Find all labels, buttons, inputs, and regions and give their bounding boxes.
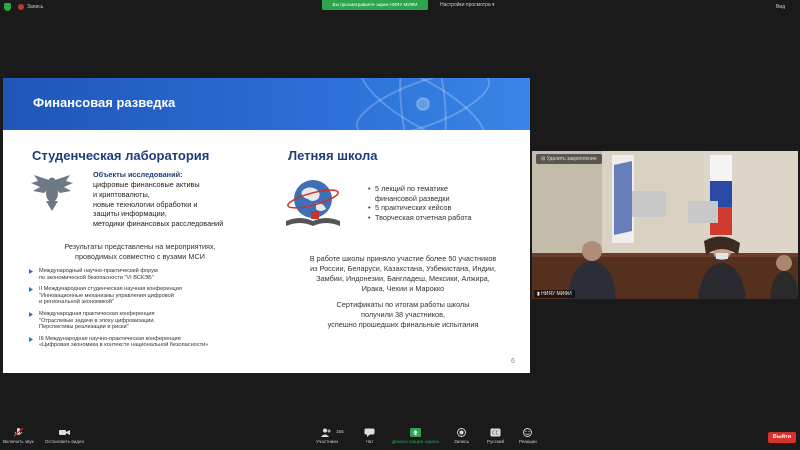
conference-item: Международная практическая конференция "… <box>29 311 279 331</box>
conference-item: II Международная студенческая научная ко… <box>29 286 279 306</box>
stop-video-button[interactable]: Остановить видео <box>45 428 84 444</box>
captions-button[interactable]: CC Русский <box>487 428 504 444</box>
screen-share-banner: Вы просматриваете экран НИЯУ МИФИ <box>322 0 428 10</box>
record-button[interactable]: Запись <box>454 428 469 444</box>
participants-line: В работе школы приняло участие более 50 … <box>309 254 497 263</box>
recording-label: Запись <box>27 4 44 10</box>
conference-line: "Отраслевые задачи в эпоху цифровизации. <box>39 317 156 324</box>
results-line: Результаты представлены на мероприятиях, <box>64 242 216 251</box>
video-camera-icon <box>59 430 71 435</box>
chat-bubble-icon <box>364 428 375 437</box>
research-line: цифровые финансовые активы <box>93 180 200 189</box>
summer-school-heading: Летняя школа <box>288 148 378 163</box>
chevron-down-icon: ▾ <box>492 2 495 8</box>
highlight-item: 5 лекций по тематике финансовой разведки <box>368 184 523 203</box>
unmute-label: Включить звук <box>3 439 34 444</box>
share-screen-icon <box>409 428 421 437</box>
chevron-right-icon <box>29 336 33 342</box>
research-line: новые технологии обработки и <box>93 199 198 209</box>
research-line: защиты информации, <box>93 209 167 219</box>
zoom-window: Запись Вы просматриваете экран НИЯУ МИФИ… <box>0 0 800 450</box>
chat-label: Чат <box>365 439 374 444</box>
research-line: методики финансовых расследований <box>93 219 224 229</box>
conference-line: и региональной экономикой" <box>39 299 114 306</box>
student-lab-heading: Студенческая лаборатория <box>32 148 210 163</box>
participant-name: НИЯУ МИФИ <box>541 291 572 297</box>
participants-text: В работе школы приняло участие более 50 … <box>283 254 523 294</box>
participants-line: из России, Беларуси, Казахстана, Узбекис… <box>310 264 496 273</box>
results-line: проводимых совместно с вузами МСИ <box>75 252 205 261</box>
certificates-line: Сертификаты по итогам работы школы <box>336 300 470 309</box>
svg-text:CC: CC <box>492 431 499 437</box>
slide-title: Финансовая разведка <box>33 95 176 110</box>
share-screen-button[interactable]: Демонстрация экрана <box>392 428 439 444</box>
certificates-line: успешно прошедших финальные испытания <box>327 320 479 329</box>
record-icon <box>457 428 466 437</box>
conference-line: Перспективы реализации и риски" <box>39 324 129 331</box>
slide-header: Финансовая разведка <box>3 78 530 130</box>
certificates-text: Сертификаты по итогам работы школы получ… <box>283 300 523 330</box>
shared-slide: Финансовая разведка Студенческая лаборат… <box>3 78 530 373</box>
microphone-muted-icon <box>13 428 24 437</box>
stop-video-label: Остановить видео <box>45 439 85 444</box>
captions-label: Русский <box>487 439 505 444</box>
participants-count: 155 <box>336 429 344 434</box>
results-text: Результаты представлены на мероприятиях,… <box>35 242 245 262</box>
captions-icon: CC <box>490 428 501 437</box>
participant-video[interactable]: ⊞ Удалить закрепление ▮ НИЯУ МИФИ <box>532 151 798 299</box>
highlight-item: 5 практических кейсов <box>368 203 523 213</box>
conference-line: Международный научно-практический форум <box>39 268 158 274</box>
participants-button[interactable]: Участники <box>316 428 338 444</box>
research-objects-heading: Объекты исследований: <box>93 170 183 179</box>
participant-name-label: ▮ НИЯУ МИФИ <box>534 290 575 298</box>
globe-book-icon <box>286 180 340 226</box>
participants-line: Ирака, Чехии и Марокко <box>361 284 445 293</box>
meeting-toolbar: Включить звук Остановить видео Участники… <box>0 424 800 450</box>
highlight-line: 5 лекций по тематике <box>375 184 448 193</box>
highlight-item: Творческая отчетная работа <box>368 213 523 223</box>
view-button[interactable]: Вид <box>776 4 785 10</box>
record-label: Запись <box>454 439 470 444</box>
chat-button[interactable]: Чат <box>364 428 375 444</box>
chevron-right-icon <box>29 311 33 317</box>
reactions-button[interactable]: Реакции <box>519 428 537 444</box>
conference-line: II Международная студенческая научная ко… <box>39 286 182 293</box>
certificates-line: получили 38 участников, <box>361 310 445 319</box>
conference-line: Международная практическая конференция <box>39 310 155 317</box>
recording-icon <box>18 4 24 10</box>
eagle-emblem-icon <box>31 175 73 211</box>
highlight-line: финансовой разведки <box>375 193 450 203</box>
top-bar: Запись Вы просматриваете экран НИЯУ МИФИ… <box>0 0 800 14</box>
research-line: и криптовалюты, <box>93 189 150 199</box>
security-shield-icon[interactable] <box>4 3 11 11</box>
unmute-button[interactable]: Включить звук <box>3 428 34 444</box>
unpin-label: Удалить закрепление <box>546 156 597 162</box>
chevron-right-icon <box>29 287 33 293</box>
reactions-label: Реакции <box>519 439 537 444</box>
smiley-icon <box>523 428 533 437</box>
school-highlights-list: 5 лекций по тематике финансовой разведки… <box>368 184 523 222</box>
conference-line: по экономической безопасности "VI ВСКЭБ" <box>39 274 154 281</box>
research-objects-list: цифровые финансовые активы и криптовалют… <box>93 180 263 229</box>
conference-item: Международный научно-практический форум … <box>29 268 279 281</box>
chevron-right-icon <box>29 269 33 274</box>
conference-list: Международный научно-практический форум … <box>29 268 279 354</box>
share-screen-label: Демонстрация экрана <box>392 439 439 444</box>
participants-icon <box>321 428 331 437</box>
unpin-button[interactable]: ⊞ Удалить закрепление <box>536 154 602 164</box>
participants-label: Участники <box>316 439 338 444</box>
participants-line: Замбии, Индонезии, Бангладеш, Мексики, А… <box>316 274 490 283</box>
view-label: Вид <box>776 4 786 10</box>
view-settings-button[interactable]: Настройки просмотра ▾ <box>440 2 495 8</box>
view-settings-label: Настройки просмотра <box>440 2 491 8</box>
leave-meeting-button[interactable]: Выйти <box>768 432 796 443</box>
conference-item: III Международная научно-практическая ко… <box>29 336 279 349</box>
conference-line: «Цифровая экономика в контексте национал… <box>39 342 209 349</box>
conference-room-video-image <box>532 151 798 299</box>
slide-page-number: 6 <box>511 358 515 365</box>
